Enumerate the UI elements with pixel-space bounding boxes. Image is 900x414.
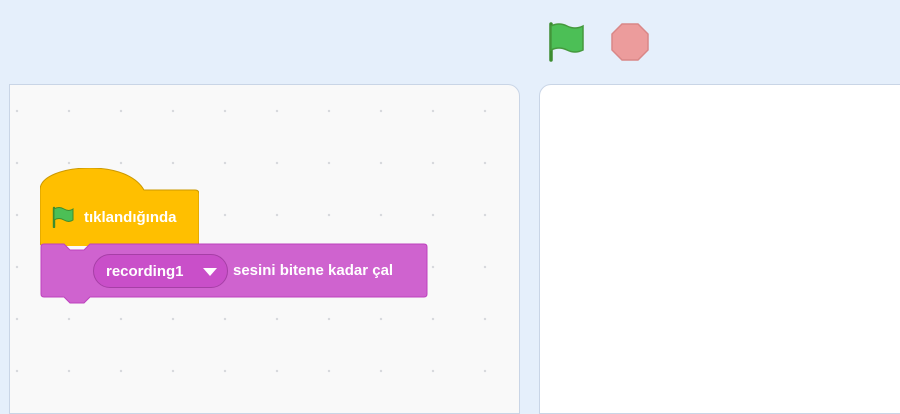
stage-area[interactable]: [539, 84, 900, 414]
stage-header: [0, 0, 900, 84]
green-flag-button[interactable]: [545, 20, 587, 62]
dropdown-caret-icon: [203, 268, 217, 276]
sound-menu-dropdown[interactable]: recording1: [93, 254, 228, 288]
green-flag-icon: [52, 206, 74, 228]
hat-block-label: tıklandığında: [84, 209, 177, 226]
green-flag-icon: [549, 22, 584, 62]
stop-button[interactable]: [609, 21, 651, 63]
sound-block-label: sesini bitene kadar çal: [233, 262, 394, 279]
stop-sign-icon: [611, 23, 649, 61]
sound-name: recording1: [106, 263, 184, 280]
